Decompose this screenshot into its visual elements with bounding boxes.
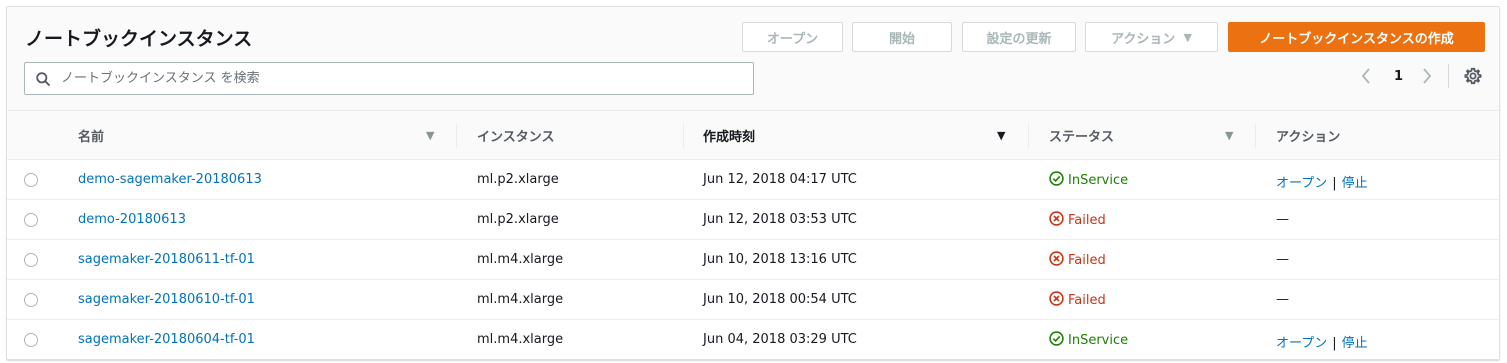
status-text: Failed: [1068, 213, 1106, 228]
search-input[interactable]: [61, 63, 753, 94]
column-header-status-label: ステータス: [1049, 130, 1115, 145]
create-notebook-instance-button[interactable]: ノートブックインスタンスの作成: [1228, 22, 1485, 52]
column-header-actions: アクション: [1276, 111, 1340, 160]
status-text: Failed: [1068, 253, 1106, 268]
instance-name-link[interactable]: sagemaker-20180604-tf-01: [78, 332, 255, 347]
created-time: Jun 10, 2018 00:54 UTC: [703, 292, 857, 307]
instance-name-link[interactable]: sagemaker-20180610-tf-01: [78, 292, 255, 307]
created-time: Jun 12, 2018 03:53 UTC: [703, 212, 857, 227]
row-actions-empty: —: [1276, 252, 1289, 267]
row-actions: オープン | 停止: [1276, 172, 1368, 191]
open-link[interactable]: オープン: [1276, 176, 1327, 191]
status-text: Failed: [1068, 293, 1106, 308]
column-header-instance-label: インスタンス: [477, 130, 555, 145]
start-button[interactable]: 開始: [852, 22, 952, 52]
column-header-actions-label: アクション: [1276, 130, 1341, 145]
table-row[interactable]: sagemaker-20180610-tf-01 ml.m4.xlarge Ju…: [7, 280, 1499, 320]
status-text: InService: [1068, 173, 1129, 188]
created-time: Jun 04, 2018 03:29 UTC: [703, 332, 857, 347]
row-select-radio[interactable]: [24, 173, 38, 187]
action-separator: |: [1332, 336, 1337, 351]
page-number[interactable]: 1: [1394, 69, 1403, 84]
page-title: ノートブックインスタンス: [25, 28, 253, 50]
open-button-label: オープン: [766, 31, 819, 47]
update-settings-button-label: 設定の更新: [986, 31, 1052, 47]
created-time: Jun 12, 2018 04:17 UTC: [703, 172, 857, 187]
column-header-created[interactable]: 作成時刻: [703, 111, 755, 160]
open-link[interactable]: オープン: [1276, 336, 1327, 351]
instance-type: ml.p2.xlarge: [477, 172, 559, 187]
table-row[interactable]: demo-20180613 ml.p2.xlarge Jun 12, 2018 …: [7, 200, 1499, 240]
create-button-label: ノートブックインスタンスの作成: [1259, 31, 1454, 47]
sort-caret-icon[interactable]: ▼: [1225, 129, 1233, 142]
instance-name-link[interactable]: demo-sagemaker-20180613: [78, 172, 262, 187]
search-box: [24, 62, 754, 95]
actions-dropdown-label: アクション: [1111, 31, 1176, 47]
notebook-instances-panel: ノートブックインスタンス オープン 開始 設定の更新 アクション ▼ ノートブッ…: [6, 6, 1500, 360]
check-circle-icon: [1049, 331, 1064, 350]
table-row[interactable]: sagemaker-20180611-tf-01 ml.m4.xlarge Ju…: [7, 240, 1499, 280]
column-divider: [1028, 123, 1029, 148]
column-divider: [1255, 123, 1256, 148]
previous-page-icon[interactable]: [1360, 67, 1372, 89]
column-header-status[interactable]: ステータス: [1049, 111, 1114, 160]
stop-link[interactable]: 停止: [1342, 176, 1368, 191]
update-settings-button[interactable]: 設定の更新: [962, 22, 1076, 52]
error-circle-icon: [1049, 251, 1064, 270]
row-actions-empty: —: [1276, 292, 1289, 307]
column-header-instance: インスタンス: [477, 111, 554, 160]
pagination-divider: [1448, 64, 1449, 88]
created-time: Jun 10, 2018 13:16 UTC: [703, 252, 857, 267]
gear-icon[interactable]: [1464, 67, 1482, 89]
table-row[interactable]: sagemaker-20180604-tf-01 ml.m4.xlarge Ju…: [7, 320, 1499, 359]
column-header-name[interactable]: 名前: [78, 111, 104, 160]
open-button[interactable]: オープン: [742, 22, 843, 52]
table-header: 名前 ▼ インスタンス 作成時刻 ▼ ステータス ▼ アクション: [7, 111, 1499, 160]
search-icon: [25, 71, 61, 86]
action-separator: |: [1332, 176, 1337, 191]
table-row[interactable]: demo-sagemaker-20180613 ml.p2.xlarge Jun…: [7, 160, 1499, 200]
status-badge: Failed: [1049, 251, 1106, 270]
instance-type: ml.p2.xlarge: [477, 212, 559, 227]
error-circle-icon: [1049, 291, 1064, 310]
column-header-name-label: 名前: [78, 130, 105, 145]
status-badge: InService: [1049, 171, 1128, 190]
column-divider: [456, 123, 457, 148]
next-page-icon[interactable]: [1421, 67, 1433, 89]
stop-link[interactable]: 停止: [1342, 336, 1368, 351]
status-badge: Failed: [1049, 211, 1106, 230]
row-select-radio[interactable]: [24, 213, 38, 227]
instance-name-link[interactable]: sagemaker-20180611-tf-01: [78, 252, 255, 267]
actions-dropdown[interactable]: アクション ▼: [1085, 22, 1218, 52]
status-badge: InService: [1049, 331, 1128, 350]
row-select-radio[interactable]: [24, 293, 38, 307]
panel-header: ノートブックインスタンス オープン 開始 設定の更新 アクション ▼ ノートブッ…: [7, 7, 1499, 111]
start-button-label: 開始: [888, 31, 915, 47]
column-header-created-label: 作成時刻: [703, 130, 756, 145]
check-circle-icon: [1049, 171, 1064, 190]
instance-type: ml.m4.xlarge: [477, 252, 564, 267]
row-actions: オープン | 停止: [1276, 332, 1368, 351]
status-badge: Failed: [1049, 291, 1106, 310]
sort-caret-icon[interactable]: ▼: [997, 129, 1005, 142]
caret-down-icon: ▼: [1183, 30, 1192, 44]
row-select-radio[interactable]: [24, 333, 38, 347]
instance-name-link[interactable]: demo-20180613: [78, 212, 186, 227]
column-divider: [683, 123, 684, 148]
instance-type: ml.m4.xlarge: [477, 292, 564, 307]
error-circle-icon: [1049, 211, 1064, 230]
instance-type: ml.m4.xlarge: [477, 332, 564, 347]
status-text: InService: [1068, 333, 1129, 348]
row-select-radio[interactable]: [24, 253, 38, 267]
sort-caret-icon[interactable]: ▼: [426, 129, 434, 142]
row-actions-empty: —: [1276, 212, 1289, 227]
